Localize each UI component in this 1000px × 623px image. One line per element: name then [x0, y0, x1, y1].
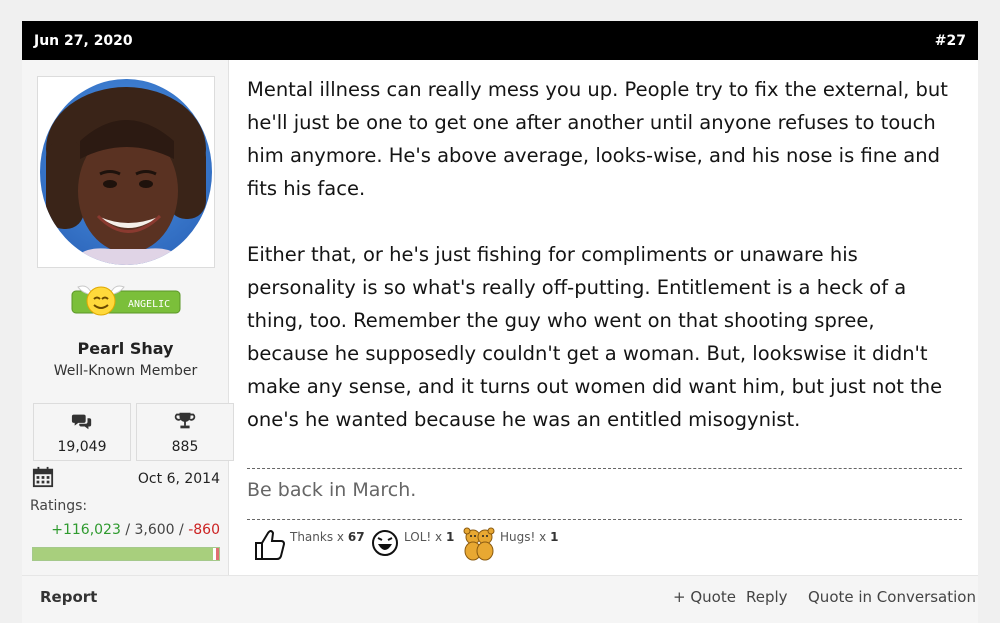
ratings-values: +116,023 / 3,600 / -860: [51, 522, 220, 538]
quote-in-conversation-link[interactable]: Quote in Conversation: [808, 588, 976, 606]
avatar-image: [40, 79, 212, 265]
signature: Be back in March.: [247, 479, 417, 501]
username[interactable]: Pearl Shay: [22, 339, 229, 358]
badge-text: ANGELIC: [128, 299, 170, 310]
post-date[interactable]: Jun 27, 2020: [34, 33, 133, 49]
quote-link[interactable]: + Quote: [673, 588, 736, 606]
ratings-bar-negative: [216, 548, 219, 560]
reactions-divider: [247, 519, 962, 520]
ratings-separator: /: [125, 522, 131, 538]
avatar[interactable]: [37, 76, 215, 268]
ratings-bar-positive: [33, 548, 214, 560]
messages-count: 19,049: [57, 439, 107, 455]
calendar-icon: [32, 466, 54, 488]
ratings-negative: -860: [188, 522, 220, 538]
report-link[interactable]: Report: [40, 588, 97, 606]
post-header: Jun 27, 2020 #27: [22, 21, 978, 60]
ratings-bar: [32, 547, 220, 561]
angelic-badge: ANGELIC: [70, 281, 182, 319]
user-sidebar: ANGELIC Pearl Shay Well-Known Member 19,…: [22, 60, 234, 575]
message-paragraph: Either that, or he's just fishing for co…: [247, 243, 943, 431]
signature-divider: [247, 468, 962, 469]
messages-stat: 19,049: [33, 403, 131, 461]
user-title: Well-Known Member: [53, 363, 198, 379]
ratings-label: Ratings:: [30, 498, 88, 514]
reply-link[interactable]: Reply: [746, 588, 788, 606]
laughing-face-icon: [372, 530, 398, 556]
post-number[interactable]: #27: [935, 33, 966, 49]
message-paragraph: Mental illness can really mess you up. P…: [247, 78, 948, 200]
post-footer: Report + Quote Reply Quote in Conversati…: [22, 575, 978, 623]
reaction-label: Thanks x 67: [290, 530, 365, 544]
comments-icon: [71, 414, 92, 430]
trophy-icon: [174, 412, 196, 429]
reaction-label: Hugs! x 1: [500, 530, 559, 544]
ratings-positive: +116,023: [51, 522, 121, 538]
reaction-score: 885: [171, 439, 199, 455]
post: Jun 27, 2020 #27 ANGELIC Pearl Shay Well…: [22, 21, 978, 623]
ratings-neutral: 3,600: [134, 522, 175, 538]
ratings-separator: /: [179, 522, 184, 538]
thumbs-up-icon: [255, 530, 286, 560]
hugging-bears-icon: [463, 527, 495, 561]
joined-date: Oct 6, 2014: [137, 471, 220, 487]
reaction-label: LOL! x 1: [404, 530, 455, 544]
post-message: Mental illness can really mess you up. P…: [247, 73, 962, 436]
reaction-score-stat: 885: [136, 403, 234, 461]
